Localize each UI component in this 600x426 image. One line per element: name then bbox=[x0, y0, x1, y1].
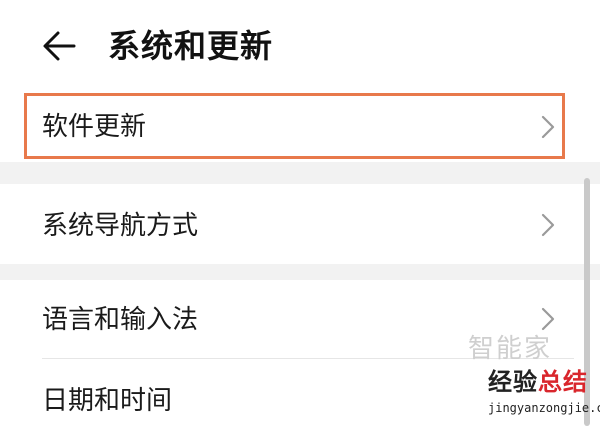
app-header: 系统和更新 bbox=[0, 0, 600, 92]
page-title: 系统和更新 bbox=[108, 27, 274, 65]
watermark-text: 经验总结 bbox=[488, 368, 588, 396]
settings-item-label: 软件更新 bbox=[42, 112, 147, 142]
watermark-text-red: 总结 bbox=[538, 368, 588, 396]
section-divider bbox=[0, 162, 600, 184]
settings-item-system-navigation[interactable]: 系统导航方式 bbox=[0, 184, 600, 264]
section-divider bbox=[0, 264, 600, 280]
chevron-right-icon bbox=[541, 307, 555, 331]
watermark-url: jingyanzongjie.com bbox=[488, 401, 600, 415]
back-button[interactable] bbox=[38, 26, 82, 66]
arrow-left-icon bbox=[43, 31, 76, 61]
chevron-right-icon bbox=[541, 213, 555, 237]
settings-item-label: 日期和时间 bbox=[42, 386, 173, 416]
chevron-right-icon bbox=[541, 115, 555, 139]
settings-item-label: 语言和输入法 bbox=[42, 305, 199, 335]
watermark-text-black: 经验 bbox=[488, 368, 538, 396]
watermark-logo: 智能家 bbox=[468, 334, 553, 364]
settings-item-software-update[interactable]: 软件更新 bbox=[0, 92, 600, 162]
settings-item-label: 系统导航方式 bbox=[42, 211, 199, 241]
